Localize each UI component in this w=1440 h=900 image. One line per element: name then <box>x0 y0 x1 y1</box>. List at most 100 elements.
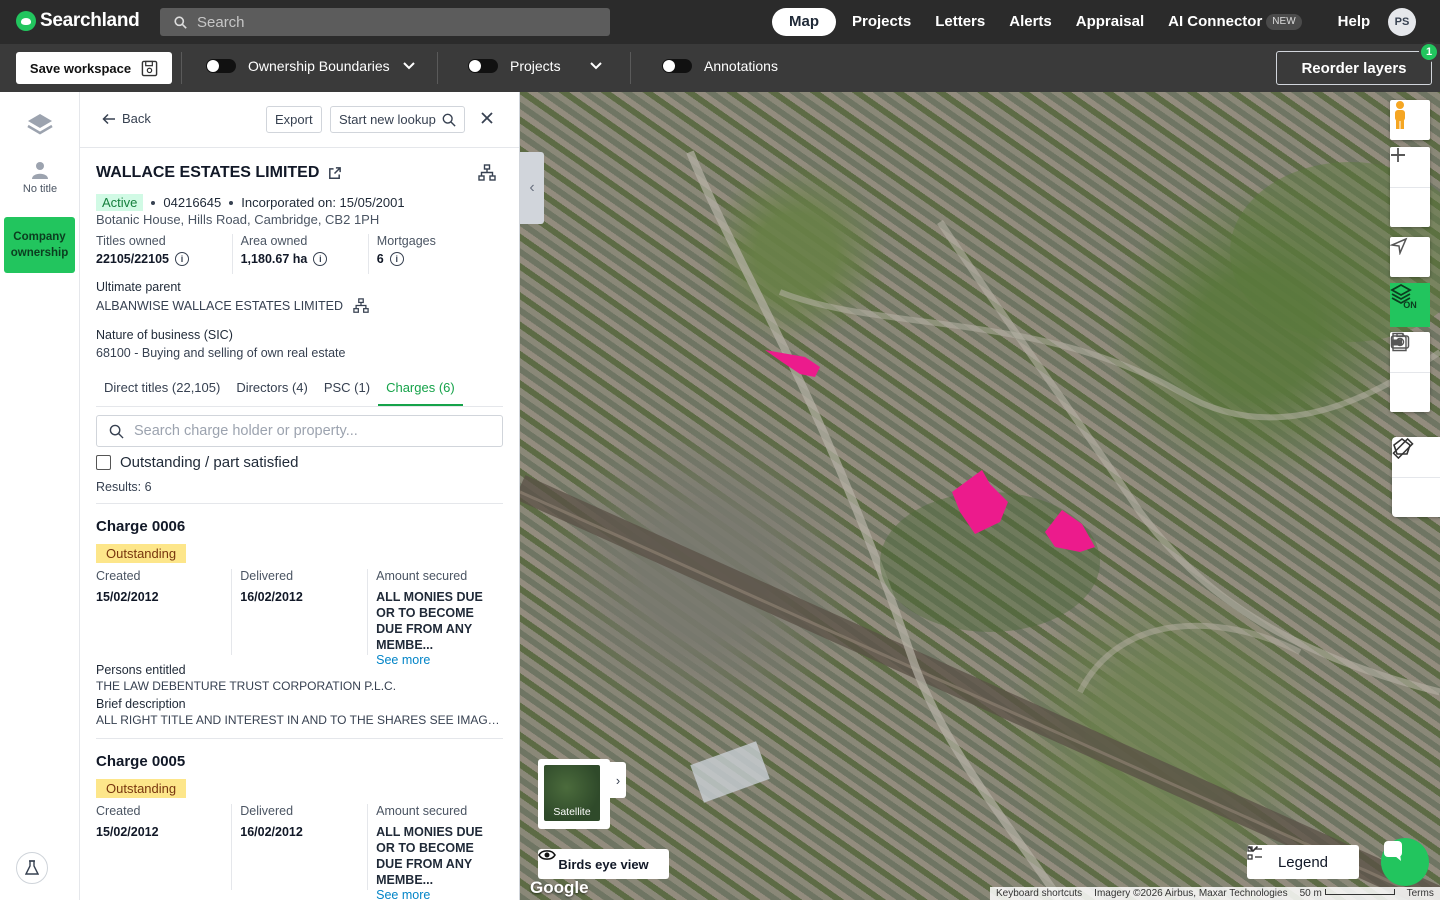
outstanding-checkbox[interactable] <box>96 455 111 470</box>
divider <box>96 738 503 739</box>
nav-map[interactable]: Map <box>772 8 836 36</box>
ultimate-parent-value: ALBANWISE WALLACE ESTATES LIMITED <box>96 299 344 313</box>
chat-support-button[interactable] <box>1381 838 1429 886</box>
nav-appraisal[interactable]: Appraisal <box>1064 8 1156 36</box>
pegman-icon <box>1395 101 1405 129</box>
charge-card: Charge 0006 Outstanding Created 15/02/20… <box>96 518 503 727</box>
searchland-logo[interactable]: Searchland <box>16 10 140 32</box>
capture-controls <box>1390 332 1430 412</box>
export-button[interactable]: Export <box>266 106 322 133</box>
ownership-boundaries-layer: Ownership Boundaries <box>206 58 416 74</box>
outstanding-filter-label: Outstanding / part satisfied <box>120 454 299 471</box>
layers-rail-button[interactable] <box>26 110 54 143</box>
chevron-down-icon[interactable] <box>402 61 416 71</box>
measure-button[interactable] <box>1392 437 1440 517</box>
divider <box>96 503 503 504</box>
charge-amount: Amount secured ALL MONIES DUE OR TO BECO… <box>367 569 503 667</box>
labs-button[interactable] <box>16 852 48 884</box>
titles-owned-value-row: 22105/22105 i <box>96 252 232 266</box>
global-search-input[interactable]: Search <box>160 8 610 36</box>
outstanding-filter[interactable]: Outstanding / part satisfied <box>96 454 298 471</box>
main-nav: Map Projects Letters Alerts Appraisal AI… <box>772 8 1382 36</box>
map-layers-toggle[interactable]: ON <box>1390 283 1430 327</box>
pegman-button[interactable] <box>1390 100 1430 140</box>
collapse-panel-button[interactable]: ‹ <box>520 152 544 224</box>
see-more-link[interactable]: See more <box>376 653 503 667</box>
satellite-map[interactable]: ‹ ON Satellite › Birds eye view Google L… <box>520 92 1440 900</box>
info-icon[interactable]: i <box>389 252 404 266</box>
ruler-icon <box>1392 437 1414 459</box>
hierarchy-icon[interactable] <box>353 298 369 314</box>
tab-psc[interactable]: PSC (1) <box>316 376 378 406</box>
see-more-link[interactable]: See more <box>376 888 503 900</box>
map-type-expand-button[interactable]: › <box>610 762 626 798</box>
map-features <box>520 150 1440 900</box>
annotations-layer: Annotations <box>662 58 778 74</box>
company-number: 04216645 <box>163 195 222 210</box>
close-panel-button[interactable] <box>479 110 495 131</box>
satellite-thumbnail: Satellite <box>544 765 600 821</box>
separator-dot <box>151 200 156 205</box>
terms-link[interactable]: Terms <box>1407 888 1434 899</box>
external-link-icon[interactable] <box>327 166 342 181</box>
incorporation-date: Incorporated on: 15/05/2001 <box>241 195 405 210</box>
no-title-label: No title <box>22 183 58 195</box>
locate-me-button[interactable] <box>1390 237 1430 277</box>
chevron-down-icon[interactable] <box>589 61 603 71</box>
company-ownership-rail-button[interactable]: Company ownership <box>4 217 75 273</box>
nav-ai-connector[interactable]: AI Connector NEW <box>1156 8 1314 36</box>
top-navigation: Searchland Search Map Projects Letters A… <box>0 0 1440 44</box>
user-avatar[interactable]: PS <box>1388 8 1416 36</box>
projects-layer-label: Projects <box>510 58 561 74</box>
projects-toggle[interactable] <box>468 59 498 73</box>
start-new-lookup-button[interactable]: Start new lookup <box>330 106 465 133</box>
toolbar-divider <box>437 52 438 84</box>
keyboard-shortcuts-link[interactable]: Keyboard shortcuts <box>996 888 1082 899</box>
info-icon[interactable]: i <box>175 252 189 266</box>
charge-delivered: Delivered 16/02/2012 <box>231 569 367 655</box>
map-type-satellite[interactable]: Satellite <box>538 759 610 829</box>
nav-help[interactable]: Help <box>1326 8 1383 36</box>
tab-directors[interactable]: Directors (4) <box>228 376 316 406</box>
charge-card: Charge 0005 Outstanding Created 15/02/20… <box>96 753 503 900</box>
area-owned-value-row: 1,180.67 ha i <box>241 252 368 266</box>
save-icon <box>141 60 158 76</box>
imagery-credit: Imagery ©2026 Airbus, Maxar Technologies <box>1094 888 1288 899</box>
amount-secured-value: ALL MONIES DUE OR TO BECOME DUE FROM ANY… <box>376 590 483 652</box>
map-attribution: Keyboard shortcuts Imagery ©2026 Airbus,… <box>990 887 1440 900</box>
legend-button[interactable]: Legend <box>1247 845 1359 879</box>
nav-projects[interactable]: Projects <box>840 8 923 36</box>
zoom-out-button[interactable] <box>1390 154 1430 227</box>
company-structure-button[interactable] <box>478 164 496 187</box>
info-icon[interactable]: i <box>313 252 328 266</box>
tab-direct-titles[interactable]: Direct titles (22,105) <box>96 376 228 406</box>
search-icon <box>174 15 187 29</box>
persons-entitled-value: THE LAW DEBENTURE TRUST CORPORATION P.L.… <box>96 679 397 693</box>
charge-title: Charge 0005 <box>96 753 186 770</box>
birds-eye-view-button[interactable]: Birds eye view <box>538 849 669 879</box>
titles-owned-stat: Titles owned 22105/22105 i <box>96 234 232 274</box>
google-logo: Google <box>530 878 589 897</box>
chevron-down-icon <box>1247 845 1259 853</box>
active-status-badge: Active <box>96 194 144 211</box>
created-value: 15/02/2012 <box>96 825 159 839</box>
reorder-layers-button[interactable]: Reorder layers 1 <box>1276 42 1439 85</box>
back-button[interactable]: Back <box>102 111 151 126</box>
delivered-label: Delivered <box>240 804 294 818</box>
charge-search-input[interactable]: Search charge holder or property... <box>96 415 503 447</box>
nav-alerts[interactable]: Alerts <box>997 8 1064 36</box>
flask-icon <box>25 860 39 875</box>
new-badge: NEW <box>1266 14 1302 30</box>
ownership-boundaries-toggle[interactable] <box>206 59 236 73</box>
close-icon <box>481 112 493 124</box>
no-title-rail-button[interactable]: No title <box>0 160 80 195</box>
titles-owned-value: 22105/22105 <box>96 252 169 266</box>
tab-charges[interactable]: Charges (6) <box>378 376 463 406</box>
street-view-control[interactable] <box>1390 100 1430 140</box>
nav-letters[interactable]: Letters <box>923 8 997 36</box>
annotations-toggle[interactable] <box>662 59 692 73</box>
scale-line <box>1324 889 1395 895</box>
save-workspace-button[interactable]: Save workspace <box>16 52 172 84</box>
pdf-export-button[interactable] <box>1390 332 1430 412</box>
navigation-arrow-icon <box>1390 237 1408 255</box>
